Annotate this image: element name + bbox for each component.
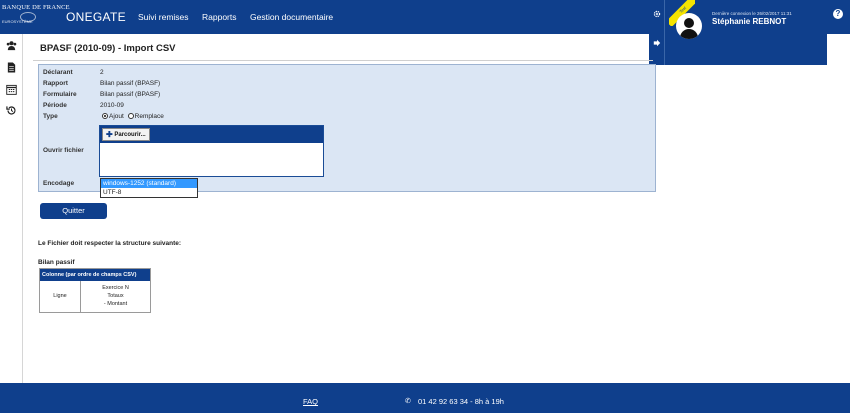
- periode-label: Période: [43, 102, 67, 109]
- footer: FAQ ✆ 01 42 92 63 34 - 8h à 19h: [0, 383, 850, 413]
- structure-intro: Le Fichier doit respecter la structure s…: [38, 240, 182, 247]
- faq-link[interactable]: FAQ: [303, 397, 318, 406]
- phone-number: 01 42 92 63 34 - 8h à 19h: [418, 397, 504, 406]
- type-label: Type: [43, 113, 58, 120]
- phone-icon: ✆: [405, 398, 411, 405]
- declarant-value: 2: [100, 69, 104, 76]
- file-label: Ouvrir fichier: [43, 147, 84, 154]
- structure-section-title: Bilan passif: [38, 259, 75, 266]
- encoding-select[interactable]: windows-1252 (standard) UTF-8: [100, 178, 198, 198]
- type-remplace-radio[interactable]: [127, 113, 134, 119]
- help-icon[interactable]: ?: [833, 9, 843, 19]
- title-divider: [33, 60, 653, 61]
- browse-label: Parcourir...: [114, 132, 146, 138]
- structure-row-fields: Exercice N Totaux - Montant: [81, 281, 150, 312]
- user-name[interactable]: Stéphanie REBNOT: [712, 17, 786, 26]
- nav-rapports[interactable]: Rapports: [202, 12, 237, 22]
- calendar-icon[interactable]: [6, 84, 17, 95]
- document-icon[interactable]: [6, 62, 17, 73]
- file-upload-box[interactable]: ✚ Parcourir...: [99, 125, 324, 177]
- structure-row-label: Ligne: [40, 281, 81, 312]
- structure-field-line: Totaux: [107, 293, 124, 299]
- app-name[interactable]: ONEGATE: [66, 10, 126, 24]
- declarant-label: Déclarant: [43, 69, 73, 76]
- structure-field-line: Exercice N: [102, 285, 129, 291]
- nav-gestion-documentaire[interactable]: Gestion documentaire: [250, 12, 333, 22]
- formulaire-value: Bilan passif (BPASF): [100, 91, 161, 98]
- banque-de-france-logo[interactable]: BANQUE DE FRANCE EUROSYSTÈME: [2, 4, 70, 30]
- plus-icon: ✚: [106, 130, 113, 139]
- main-content: BPASF (2010-09) - Import CSV Déclarant 2…: [23, 34, 850, 383]
- type-remplace-label: Remplace: [134, 113, 164, 120]
- gear-icon[interactable]: [653, 10, 661, 18]
- formulaire-label: Formulaire: [43, 91, 77, 98]
- structure-table: Colonne (par ordre de champs CSV) Ligne …: [39, 268, 151, 313]
- rapport-value: Bilan passif (BPASF): [100, 80, 161, 87]
- encoding-option-utf8[interactable]: UTF-8: [101, 188, 197, 197]
- page-title: BPASF (2010-09) - Import CSV: [40, 43, 176, 54]
- sidebar: [0, 34, 23, 383]
- structure-column-header: Colonne (par ordre de champs CSV): [40, 269, 150, 281]
- file-upload-header: ✚ Parcourir...: [100, 126, 323, 143]
- logo-text: BANQUE DE FRANCE: [2, 4, 70, 11]
- logo-subtext: EUROSYSTÈME: [2, 19, 33, 24]
- import-form: Déclarant 2 Rapport Bilan passif (BPASF)…: [38, 64, 656, 198]
- nav-suivi-remises[interactable]: Suivi remises: [138, 12, 189, 22]
- quit-button[interactable]: Quitter: [40, 203, 107, 219]
- type-radio-group: Ajout Remplace: [102, 113, 164, 120]
- periode-value: 2010-09: [100, 102, 124, 109]
- structure-field-line: - Montant: [103, 301, 128, 307]
- rapport-label: Rapport: [43, 80, 68, 87]
- type-ajout-label: Ajout: [109, 113, 124, 120]
- encoding-option-windows-1252[interactable]: windows-1252 (standard): [101, 179, 197, 188]
- last-connection: Dernière connexion le 26/02/2017 11:31: [712, 11, 792, 16]
- encoding-label: Encodage: [43, 180, 75, 187]
- users-icon[interactable]: [6, 40, 17, 51]
- history-icon[interactable]: [6, 105, 17, 116]
- type-ajout-radio[interactable]: [102, 113, 108, 119]
- browse-button[interactable]: ✚ Parcourir...: [102, 128, 150, 141]
